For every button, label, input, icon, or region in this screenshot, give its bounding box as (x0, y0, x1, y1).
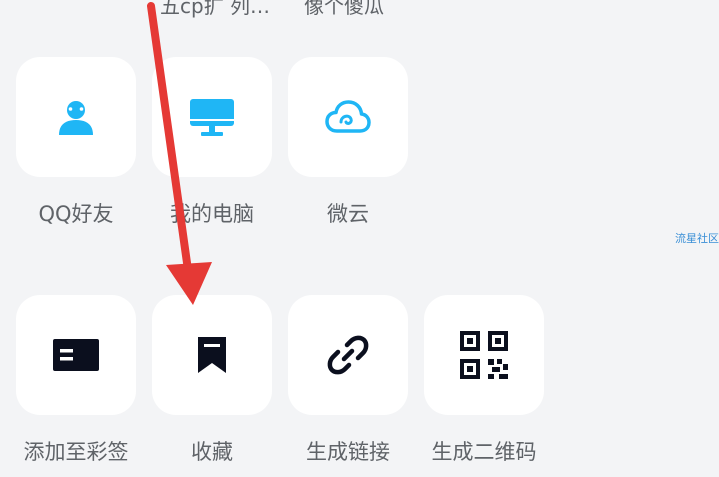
computer-monitor-icon (190, 99, 234, 136)
generate-qr-button[interactable] (424, 295, 544, 415)
bookmark-icon (198, 337, 226, 373)
favorite-button[interactable] (152, 295, 272, 415)
qr-code-icon (460, 331, 508, 379)
add-to-tag-button[interactable] (16, 295, 136, 415)
qq-friend-icon (59, 101, 93, 135)
generate-qr-label: 生成二维码 (431, 440, 537, 464)
share-weiyun-button[interactable] (288, 57, 408, 177)
watermark: 流星社区 (675, 232, 719, 245)
tag-card-icon (53, 339, 99, 371)
share-qq-friend-button[interactable] (16, 57, 136, 177)
share-weiyun-label: 微云 (327, 202, 369, 226)
weiyun-cloud-icon (325, 100, 371, 133)
generate-link-button[interactable] (288, 295, 408, 415)
share-my-computer-button[interactable] (152, 57, 272, 177)
top-item-label-2[interactable]: 像个傻瓜 (304, 0, 384, 19)
link-icon (327, 335, 369, 375)
top-item-label-1[interactable]: 五cp扩 列… (160, 0, 270, 19)
